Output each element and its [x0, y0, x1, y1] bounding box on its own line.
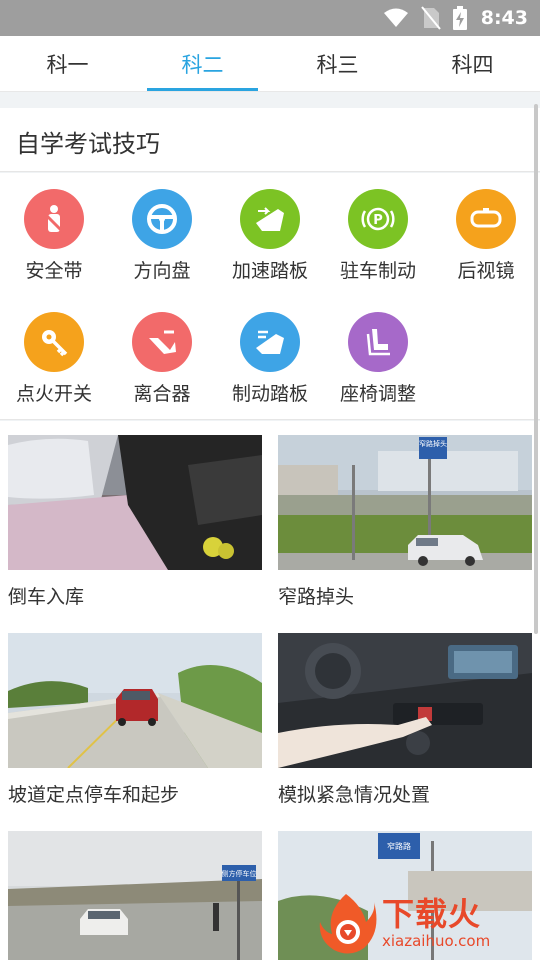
- status-time: 8:43: [480, 7, 528, 29]
- section-header: 自学考试技巧: [0, 108, 540, 172]
- rearview-mirror-icon: [456, 189, 516, 249]
- skill-label: 安全带: [25, 260, 83, 282]
- section-title: 自学考试技巧: [16, 130, 160, 158]
- lesson-title: 倒车入库: [8, 586, 85, 608]
- skill-item-ignition[interactable]: 点火开关: [0, 312, 108, 406]
- skill-label: 座椅调整: [339, 383, 416, 405]
- lesson-image: [8, 435, 262, 570]
- svg-text:P: P: [373, 213, 383, 228]
- lesson-list: 倒车入库 窄路掉头 窄路掉头 坡道定点停车和起步 模拟紧急情况处置 侧方停车位 …: [0, 421, 540, 960]
- lesson-card-slope-stop-start[interactable]: 坡道定点停车和起步: [8, 633, 262, 806]
- tab-subject-4[interactable]: 科四: [405, 36, 540, 91]
- skill-label: 制动踏板: [231, 383, 308, 405]
- battery-charging-icon: [452, 6, 467, 30]
- status-bar: 8:43: [0, 0, 540, 36]
- skill-label: 加速踏板: [231, 260, 308, 282]
- parking-brake-icon: P: [348, 189, 408, 249]
- steering-wheel-icon: [132, 189, 192, 249]
- lesson-title: 窄路掉头: [278, 586, 355, 608]
- skill-item-steering-wheel[interactable]: 方向盘: [108, 189, 216, 283]
- skill-label: 离合器: [133, 383, 191, 405]
- skill-item-seat-adjust[interactable]: 座椅调整: [324, 312, 432, 406]
- skill-label: 后视镜: [457, 260, 515, 282]
- brake-pedal-icon: [240, 312, 300, 372]
- wifi-icon: [383, 8, 408, 27]
- skills-grid: 安全带 方向盘 加速踏板 P 驻车制动 后视镜 点火开关 离合器 制动踏板 座椅…: [0, 173, 540, 420]
- accelerator-pedal-icon: [240, 189, 300, 249]
- lesson-image: [8, 633, 262, 768]
- skill-label: 方向盘: [133, 260, 191, 282]
- skill-item-accelerator[interactable]: 加速踏板: [216, 189, 324, 283]
- skill-item-clutch[interactable]: 离合器: [108, 312, 216, 406]
- clutch-icon: [132, 312, 192, 372]
- lesson-card-emergency-handling[interactable]: 模拟紧急情况处置: [278, 633, 532, 806]
- flame-logo-icon: [319, 894, 377, 954]
- lesson-image: [278, 633, 532, 768]
- status-icons: 8:43: [383, 0, 528, 36]
- watermark-url: xiazaihuo.com: [382, 932, 491, 950]
- skill-item-brake-pedal[interactable]: 制动踏板: [216, 312, 324, 406]
- skill-item-seatbelt[interactable]: 安全带: [0, 189, 108, 283]
- ignition-key-icon: [24, 312, 84, 372]
- no-sim-icon: [420, 6, 441, 30]
- watermark: 下载火 xiazaihuo.com: [316, 890, 534, 956]
- lesson-card-reverse-parking[interactable]: 倒车入库: [8, 435, 262, 608]
- road-sign-text: 窄路掉头: [419, 439, 447, 448]
- lesson-title: 模拟紧急情况处置: [278, 784, 431, 806]
- skill-item-parking-brake[interactable]: P 驻车制动: [324, 189, 432, 283]
- seat-adjust-icon: [348, 312, 408, 372]
- tab-subject-2[interactable]: 科二: [135, 36, 270, 91]
- skill-label: 驻车制动: [339, 260, 416, 282]
- subject-tabs: 科一 科二 科三 科四: [0, 36, 540, 92]
- lesson-image: 窄路掉头: [278, 435, 532, 570]
- scrollbar[interactable]: [534, 104, 538, 634]
- seatbelt-icon: [24, 189, 84, 249]
- lesson-card-narrow-road-uturn[interactable]: 窄路掉头 窄路掉头: [278, 435, 532, 608]
- road-sign-text: 窄路路: [387, 841, 411, 851]
- road-sign-text: 侧方停车位: [222, 869, 257, 878]
- lesson-title: 坡道定点停车和起步: [8, 784, 180, 806]
- tab-subject-3[interactable]: 科三: [270, 36, 405, 91]
- skill-label: 点火开关: [15, 383, 92, 405]
- lesson-image: 侧方停车位: [8, 831, 262, 960]
- watermark-brand: 下载火: [382, 895, 482, 933]
- skill-item-rearview-mirror[interactable]: 后视镜: [432, 189, 540, 283]
- tab-subject-1[interactable]: 科一: [0, 36, 135, 91]
- lesson-card-side-parking[interactable]: 侧方停车位: [8, 831, 262, 960]
